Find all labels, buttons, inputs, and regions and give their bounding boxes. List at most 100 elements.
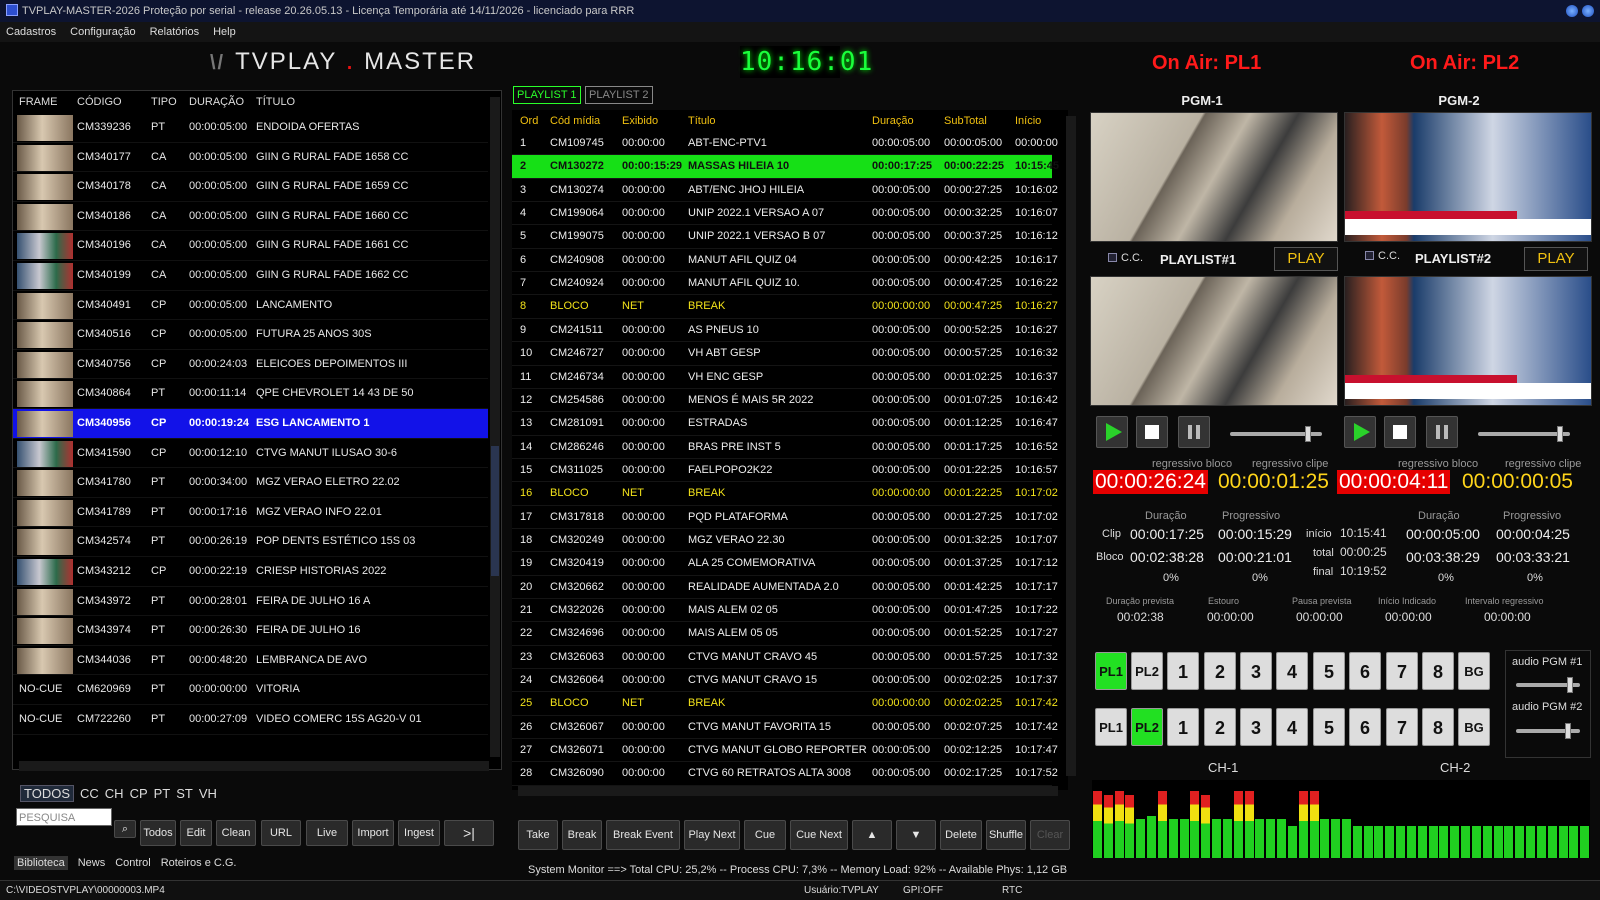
router-1-3-button[interactable]: 3	[1240, 652, 1272, 690]
playlist-row[interactable]: 23 CM326063 00:00:00 CTVG MANUT CRAVO 45 00:…	[512, 646, 1058, 670]
playlist-row[interactable]: 18 CM320249 00:00:00 MGZ VERAO 22.30 00:00:0…	[512, 529, 1058, 553]
audio-pgm1-slider[interactable]	[1516, 677, 1580, 693]
pgm2-play-icon[interactable]	[1344, 416, 1376, 448]
cue-button[interactable]: Cue	[744, 820, 786, 850]
router-2-7-button[interactable]: 7	[1386, 708, 1418, 746]
search-input[interactable]: PESQUISA	[16, 808, 112, 826]
library-row[interactable]: CM341590 CP 00:00:12:10 CTVG MANUT ILUSAO 3…	[13, 439, 488, 469]
minimize-icon[interactable]	[1566, 5, 1578, 17]
library-scrollbar[interactable]	[490, 97, 500, 757]
library-row[interactable]: CM344036 PT 00:00:48:20 LEMBRANCA DE AVO	[13, 646, 488, 676]
router-1-pl2-button[interactable]: PL2	[1131, 652, 1163, 690]
tab-news[interactable]: News	[78, 857, 106, 869]
library-row[interactable]: CM340186 CA 00:00:05:00 GIIN G RURAL FADE 1…	[13, 202, 488, 232]
router-2-3-button[interactable]: 3	[1240, 708, 1272, 746]
playlist-row[interactable]: 28 CM326090 00:00:00 CTVG 60 RETRATOS ALTA …	[512, 762, 1058, 786]
library-row[interactable]: NO-CUE CM620969 PT 00:00:00:00 VITORIA	[13, 675, 488, 705]
col-titulo[interactable]: TÍTULO	[256, 91, 295, 113]
col-titulo[interactable]: Título	[688, 110, 716, 132]
router-2-2-button[interactable]: 2	[1204, 708, 1236, 746]
playlist-row[interactable]: 2 CM130272 00:00:15:29 MASSAS HILEIA 10 00:0…	[512, 155, 1059, 179]
col-exibido[interactable]: Exibido	[622, 110, 658, 132]
library-ingest-button[interactable]: Ingest	[398, 820, 440, 846]
filter-pt[interactable]: PT	[154, 786, 171, 801]
break-button[interactable]: Break	[562, 820, 602, 850]
menu-help[interactable]: Help	[213, 22, 236, 42]
break-event-button[interactable]: Break Event	[606, 820, 680, 850]
library-row[interactable]: CM343974 PT 00:00:26:30 FEIRA DE JULHO 16	[13, 616, 488, 646]
library-row[interactable]: CM340516 CP 00:00:05:00 FUTURA 25 ANOS 30S	[13, 320, 488, 350]
playlist-row[interactable]: 27 CM326071 00:00:00 CTVG MANUT GLOBO REPOR…	[512, 739, 1058, 763]
library-import-button[interactable]: Import	[352, 820, 394, 846]
search-icon[interactable]: ⌕	[114, 820, 136, 838]
playlist-row[interactable]: 16 BLOCO NET BREAK 00:00:00:00 00:01:22:25 10:…	[512, 482, 1058, 506]
pgm1-position-slider[interactable]	[1230, 426, 1322, 442]
library-row[interactable]: CM343212 CP 00:00:22:19 CRIESP HISTORIAS 20…	[13, 557, 488, 587]
pgm2-pause-icon[interactable]	[1426, 416, 1458, 448]
router-2-8-button[interactable]: 8	[1422, 708, 1454, 746]
pgm2-cc-checkbox[interactable]: C.C.	[1365, 250, 1400, 262]
playlist-row[interactable]: 22 CM324696 00:00:00 MAIS ALEM 05 05 00:00:0…	[512, 622, 1058, 646]
playlist-row[interactable]: 17 CM317818 00:00:00 PQD PLATAFORMA 00:00:05…	[512, 506, 1058, 529]
router-2-6-button[interactable]: 6	[1349, 708, 1381, 746]
router-2-5-button[interactable]: 5	[1313, 708, 1345, 746]
filter-todos[interactable]: TODOS	[20, 785, 74, 802]
filter-st[interactable]: ST	[176, 786, 193, 801]
library-row[interactable]: CM341789 PT 00:00:17:16 MGZ VERAO INFO 22.0…	[13, 498, 488, 528]
filter-ch[interactable]: CH	[105, 786, 124, 801]
col-subtotal[interactable]: SubTotal	[944, 110, 987, 132]
library-send-button[interactable]: >|	[444, 820, 494, 846]
library-hscrollbar[interactable]	[19, 761, 489, 771]
library-row[interactable]: CM340177 CA 00:00:05:00 GIIN G RURAL FADE 1…	[13, 143, 488, 173]
router-1-4-button[interactable]: 4	[1276, 652, 1308, 690]
router-2-pl1-button[interactable]: PL1	[1095, 708, 1127, 746]
router-1-2-button[interactable]: 2	[1204, 652, 1236, 690]
playlist-row[interactable]: 25 BLOCO NET BREAK 00:00:00:00 00:02:02:25 10:…	[512, 692, 1058, 716]
library-row[interactable]: CM340956 CP 00:00:19:24 ESG LANCAMENTO 1	[13, 409, 488, 439]
playlist-row[interactable]: 7 CM240924 00:00:00 MANUT AFIL QUIZ 10. 00:0…	[512, 272, 1058, 296]
col-frame[interactable]: FRAME	[19, 91, 58, 113]
audio-pgm2-slider[interactable]	[1516, 723, 1580, 739]
library-row[interactable]: CM340864 PT 00:00:11:14 QPE CHEVROLET 14 43…	[13, 379, 488, 409]
playlist-scrollbar[interactable]	[1066, 116, 1076, 776]
pgm2-position-slider[interactable]	[1478, 426, 1570, 442]
playlist-row[interactable]: 26 CM326067 00:00:00 CTVG MANUT FAVORITA 15…	[512, 716, 1058, 740]
move-up-button[interactable]: ▲	[852, 820, 892, 850]
col-codigo[interactable]: CÓDIGO	[77, 91, 122, 113]
playlist-row[interactable]: 12 CM254586 00:00:00 MENOS É MAIS 5R 2022 00…	[512, 389, 1058, 413]
router-2-4-button[interactable]: 4	[1276, 708, 1308, 746]
menu-cadastros[interactable]: Cadastros	[6, 22, 56, 42]
pgm1-stop-icon[interactable]	[1136, 416, 1168, 448]
router-1-6-button[interactable]: 6	[1349, 652, 1381, 690]
library-live-button[interactable]: Live	[306, 820, 348, 846]
col-cod-midia[interactable]: Cód mídia	[550, 110, 600, 132]
router-1-5-button[interactable]: 5	[1313, 652, 1345, 690]
router-1-8-button[interactable]: 8	[1422, 652, 1454, 690]
router-1-7-button[interactable]: 7	[1386, 652, 1418, 690]
tab-playlist-1[interactable]: PLAYLIST 1	[513, 86, 581, 104]
playlist-row[interactable]: 5 CM199075 00:00:00 UNIP 2022.1 VERSAO B 07…	[512, 225, 1058, 249]
library-scroll-thumb[interactable]	[491, 446, 499, 576]
router-1-bg-button[interactable]: BG	[1458, 652, 1490, 690]
delete-button[interactable]: Delete	[940, 820, 982, 850]
pgm1-play-icon[interactable]	[1096, 416, 1128, 448]
pgm1-cc-checkbox[interactable]: C.C.	[1108, 252, 1143, 264]
playlist-row[interactable]: 11 CM246734 00:00:00 VH ENC GESP 00:00:05:00…	[512, 366, 1058, 389]
col-tipo[interactable]: TIPO	[151, 91, 177, 113]
playlist-row[interactable]: 3 CM130274 00:00:00 ABT/ENC JHOJ HILEIA 00:0…	[512, 179, 1058, 203]
playlist-row[interactable]: 1 CM109745 00:00:00 ABT-ENC-PTV1 00:00:05:00…	[512, 132, 1058, 156]
playlist-row[interactable]: 19 CM320419 00:00:00 ALA 25 COMEMORATIVA 00:…	[512, 552, 1058, 576]
library-row[interactable]: CM340756 CP 00:00:24:03 ELEICOES DEPOIMENTO…	[13, 350, 488, 380]
playlist-row[interactable]: 9 CM241511 00:00:00 AS PNEUS 10 00:00:05:00 0…	[512, 319, 1058, 343]
playlist-row[interactable]: 14 CM286246 00:00:00 BRAS PRE INST 5 00:00:0…	[512, 436, 1058, 459]
router-1-pl1-button[interactable]: PL1	[1095, 652, 1127, 690]
router-2-1-button[interactable]: 1	[1167, 708, 1199, 746]
library-url-button[interactable]: URL	[261, 820, 301, 846]
menu-relatorios[interactable]: Relatórios	[150, 22, 200, 42]
library-row[interactable]: CM343972 PT 00:00:28:01 FEIRA DE JULHO 16 A	[13, 587, 488, 617]
playlist-row[interactable]: 20 CM320662 00:00:00 REALIDADE AUMENTADA 2.…	[512, 576, 1058, 600]
playlist-hscrollbar[interactable]	[518, 786, 1058, 796]
library-row[interactable]: NO-CUE CM722260 PT 00:00:27:09 VIDEO COMERC …	[13, 705, 488, 735]
library-row[interactable]: CM340196 CA 00:00:05:00 GIIN G RURAL FADE 1…	[13, 231, 488, 261]
library-clean-button[interactable]: Clean	[216, 820, 256, 846]
